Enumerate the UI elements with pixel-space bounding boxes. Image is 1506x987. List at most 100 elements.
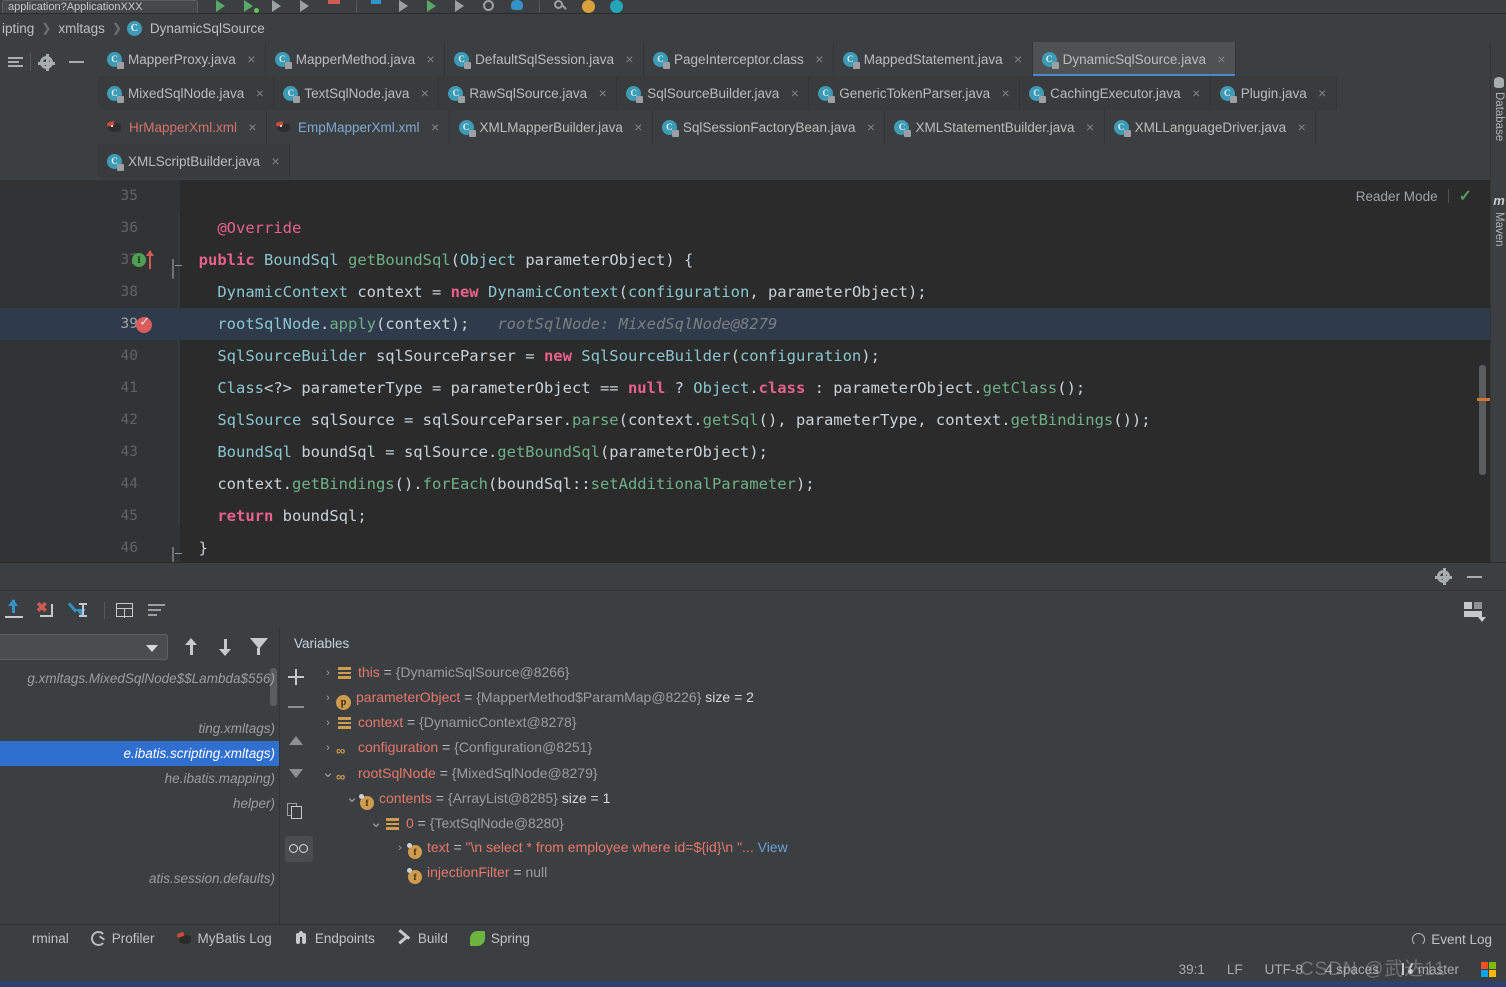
updates-icon[interactable]: [610, 0, 624, 13]
run-configuration-selector[interactable]: application?ApplicationXXX: [2, 0, 198, 13]
gear-icon[interactable]: [31, 42, 61, 82]
editor-tab-cachingexecutor-java[interactable]: C CachingExecutor.java ×: [1020, 76, 1211, 110]
tool-button-rminal[interactable]: rminal: [0, 925, 80, 953]
close-icon[interactable]: ×: [1296, 120, 1307, 134]
line-number[interactable]: 36: [0, 212, 138, 244]
run-coverage-icon[interactable]: [272, 0, 286, 13]
frame-row[interactable]: e.ibatis.scripting.xmltags): [0, 741, 279, 766]
editor-tab-plugin-java[interactable]: C Plugin.java ×: [1210, 76, 1337, 110]
editor-tab-mapperproxy-java[interactable]: C MapperProxy.java ×: [98, 42, 266, 76]
tool-tab-database[interactable]: Database: [1491, 50, 1506, 168]
line-number[interactable]: 42: [0, 404, 138, 436]
editor-tab-hrmapperxml-xml[interactable]: HrMapperXml.xml ×: [98, 110, 268, 144]
line-number[interactable]: 35: [0, 180, 138, 212]
filter-icon[interactable]: [250, 638, 268, 655]
line-number[interactable]: 40: [0, 340, 138, 372]
line-number[interactable]: 45: [0, 500, 138, 532]
circle-icon[interactable]: [483, 0, 497, 13]
editor-tab-mappermethod-java[interactable]: C MapperMethod.java ×: [265, 42, 446, 76]
close-icon[interactable]: ×: [633, 120, 644, 134]
indent-setting[interactable]: 4 spaces: [1325, 962, 1379, 977]
chevron-down-icon[interactable]: ⌄: [344, 785, 360, 810]
frame-row[interactable]: g.xmltags.MixedSqlNode$$Lambda$556): [0, 666, 279, 691]
hammer-icon[interactable]: [399, 0, 413, 13]
close-icon[interactable]: ×: [1317, 86, 1328, 100]
editor-tab-pageinterceptor-class[interactable]: C PageInterceptor.class ×: [643, 42, 834, 76]
variable-row[interactable]: › ∞ configuration = {Configuration@8251}: [312, 735, 1491, 760]
force-step-into-icon[interactable]: ✖: [36, 600, 58, 620]
layout-settings-icon[interactable]: [1462, 600, 1486, 622]
gear-icon[interactable]: [1435, 568, 1452, 585]
variable-row[interactable]: f injectionFilter = null: [312, 860, 1491, 885]
variable-row[interactable]: › f text = "\n select * from employee wher…: [312, 835, 1491, 860]
play-green-icon[interactable]: [427, 0, 441, 13]
frame-row[interactable]: helper): [0, 791, 279, 816]
editor-tab-xmllanguagedriver-java[interactable]: C XMLLanguageDriver.java ×: [1104, 110, 1317, 144]
chevron-down-icon[interactable]: ⌄: [368, 810, 384, 835]
play-gray-icon[interactable]: [455, 0, 469, 13]
variables-tree[interactable]: › this = {DynamicSqlSource@8266} › p paramet…: [312, 660, 1491, 924]
close-icon[interactable]: ×: [425, 52, 436, 66]
frame-row[interactable]: he.ibatis.mapping): [0, 766, 279, 791]
chevron-right-icon[interactable]: ›: [392, 836, 408, 861]
file-encoding[interactable]: UTF-8: [1265, 962, 1303, 977]
close-icon[interactable]: ×: [246, 52, 257, 66]
close-icon[interactable]: ×: [1000, 86, 1011, 100]
hide-icon[interactable]: [61, 42, 91, 82]
tool-button-spring[interactable]: Spring: [459, 925, 541, 953]
close-icon[interactable]: ×: [254, 86, 265, 100]
editor-tab-xmlmapperbuilder-java[interactable]: C XMLMapperBuilder.java ×: [449, 110, 653, 144]
close-icon[interactable]: ×: [1085, 120, 1096, 134]
chevron-down-icon[interactable]: ⌄: [320, 760, 336, 785]
close-icon[interactable]: ×: [270, 154, 281, 168]
tool-button-mybatis-log[interactable]: MyBatis Log: [166, 925, 283, 953]
inspection-ok-icon[interactable]: ✓: [1459, 186, 1472, 206]
tool-button-profiler[interactable]: Profiler: [80, 925, 166, 953]
frame-row[interactable]: [0, 691, 279, 716]
variable-row[interactable]: › p parameterObject = {MapperMethod$ParamM…: [312, 685, 1491, 710]
git-branch[interactable]: master: [1401, 962, 1459, 977]
close-icon[interactable]: ×: [624, 52, 635, 66]
variable-row[interactable]: › this = {DynamicSqlSource@8266}: [312, 660, 1491, 685]
editor-scrollbar[interactable]: [1479, 365, 1486, 475]
tool-tab-maven[interactable]: m Maven: [1491, 182, 1506, 257]
account-avatar[interactable]: [582, 0, 596, 13]
close-icon[interactable]: ×: [865, 120, 876, 134]
code-editor[interactable]: Reader Mode ✓ 35 36 @Override 37 I public B…: [0, 180, 1490, 562]
debug-with-coverage-icon[interactable]: [244, 0, 259, 13]
step-out-icon[interactable]: [4, 599, 26, 620]
move-up-icon[interactable]: [285, 730, 307, 752]
close-icon[interactable]: ×: [1191, 86, 1202, 100]
chevron-right-icon[interactable]: ›: [320, 736, 336, 761]
minimize-icon[interactable]: [1467, 576, 1482, 578]
frame-row[interactable]: [0, 816, 279, 841]
stop-icon[interactable]: [328, 0, 342, 13]
variable-row[interactable]: › context = {DynamicContext@8278}: [312, 710, 1491, 735]
close-icon[interactable]: ×: [789, 86, 800, 100]
close-icon[interactable]: ×: [814, 52, 825, 66]
frames-list[interactable]: g.xmltags.MixedSqlNode$$Lambda$556) ting.…: [0, 666, 279, 924]
frame-up-icon[interactable]: [183, 638, 201, 656]
run-icon[interactable]: [216, 0, 230, 13]
variable-row[interactable]: ⌄ 0 = {TextSqlNode@8280}: [312, 810, 1491, 835]
editor-tab-defaultsqlsession-java[interactable]: C DefaultSqlSession.java ×: [445, 42, 644, 76]
chevron-right-icon[interactable]: ›: [320, 686, 336, 711]
move-down-icon[interactable]: [285, 762, 307, 784]
line-number[interactable]: 46: [0, 532, 138, 562]
editor-tab-empmapperxml-xml[interactable]: EmpMapperXml.xml ×: [267, 110, 450, 144]
editor-tab-textsqlnode-java[interactable]: C TextSqlNode.java ×: [274, 76, 440, 110]
breadcrumb-item-class[interactable]: DynamicSqlSource: [148, 21, 267, 36]
line-number[interactable]: 43: [0, 436, 138, 468]
implementation-marker-icon[interactable]: I: [132, 250, 164, 269]
settings-lines-icon[interactable]: [146, 600, 168, 620]
editor-tab-mappedstatement-java[interactable]: C MappedStatement.java ×: [833, 42, 1033, 76]
frame-down-icon[interactable]: [217, 638, 235, 656]
chevron-right-icon[interactable]: ›: [320, 661, 336, 686]
line-number[interactable]: 41: [0, 372, 138, 404]
line-number[interactable]: 44: [0, 468, 138, 500]
tool-button-endpoints[interactable]: Endpoints: [283, 925, 386, 953]
chevron-right-icon[interactable]: ›: [320, 711, 336, 736]
bug-icon[interactable]: [511, 0, 525, 13]
thread-selector[interactable]: [0, 634, 168, 660]
search-icon[interactable]: [554, 0, 568, 13]
